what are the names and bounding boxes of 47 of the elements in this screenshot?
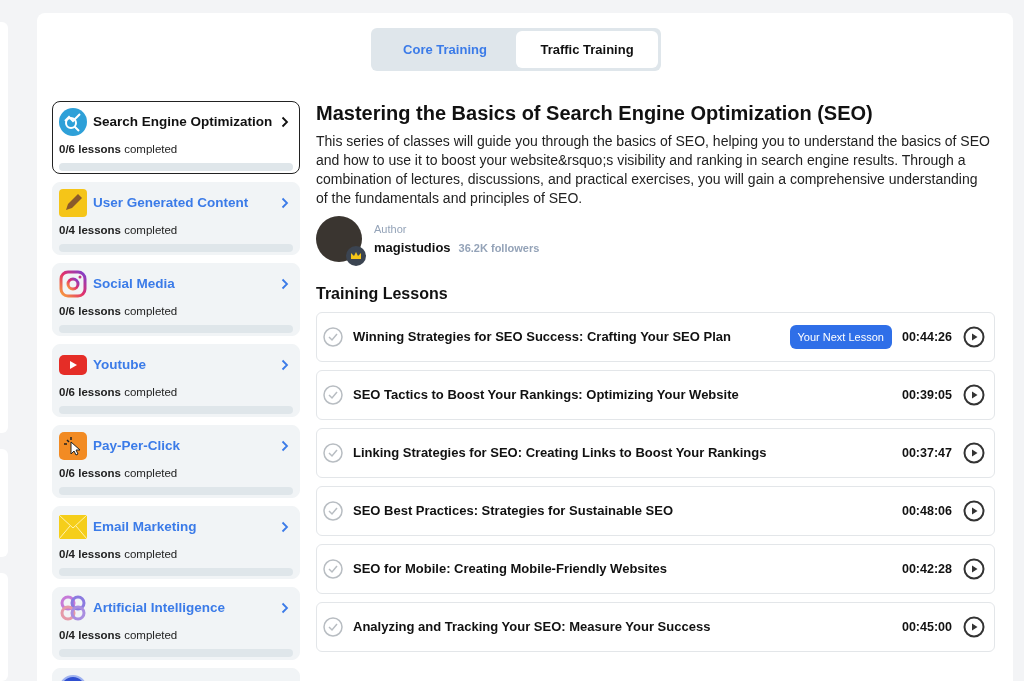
category-title: Email Marketing <box>93 517 198 536</box>
category-title: Youtube <box>93 355 147 374</box>
category-card[interactable]: Artificial Intelligence 0/4 lessons completed <box>52 587 300 660</box>
category-card[interactable]: Youtube 0/6 lessons completed <box>52 344 300 417</box>
lesson-row[interactable]: Linking Strategies for SEO: Creating Links to Boost Your Rankings 00:37:47 <box>316 428 995 478</box>
lesson-row[interactable]: SEO Tactics to Boost Your Rankings: Optimizing Your Website 00:39:05 <box>316 370 995 420</box>
progress-text: 0/6 lessons completed <box>59 466 179 481</box>
category-title: Social Media <box>93 274 176 293</box>
lesson-row[interactable]: SEO for Mobile: Creating Mobile-Friendly Websites 00:42:28 <box>316 544 995 594</box>
progress-text: 0/6 lessons completed <box>59 385 179 400</box>
category-card[interactable]: Search Engine Optimization 0/6 lessons completed <box>52 101 300 174</box>
category-title: Search Engine Optimization <box>93 112 274 131</box>
lesson-title: Analyzing and Tracking Your SEO: Measure Your Success <box>353 618 712 637</box>
category-card[interactable]: Email Marketing 0/4 lessons completed <box>52 506 300 579</box>
progress-text: 0/4 lessons completed <box>59 628 179 643</box>
progress-text: 0/6 lessons completed <box>59 142 179 157</box>
progress-text: 0/4 lessons completed <box>59 547 179 562</box>
lesson-duration: 00:39:05 <box>901 386 952 404</box>
lesson-duration: 00:42:28 <box>901 560 952 578</box>
category-card[interactable]: Social Media 0/6 lessons completed <box>52 263 300 336</box>
category-title: Artificial Intelligence <box>93 598 227 617</box>
author-name: magistudios <box>374 238 451 257</box>
category-card[interactable]: Pay-Per-Click 0/6 lessons completed <box>52 425 300 498</box>
follower-count: 36.2K followers <box>458 240 540 256</box>
progress-text: 0/4 lessons completed <box>59 223 179 238</box>
lesson-title: SEO Tactics to Boost Your Rankings: Optimizing Your Website <box>353 386 740 405</box>
lesson-title: SEO for Mobile: Creating Mobile-Friendly Websites <box>353 560 668 579</box>
author-label: Author <box>374 222 408 237</box>
lesson-duration: 00:44:26 <box>901 328 952 346</box>
category-title: Pay-Per-Click <box>93 436 182 455</box>
category-title: User Generated Content <box>93 193 250 212</box>
lesson-row[interactable]: Analyzing and Tracking Your SEO: Measure Your Success 00:45:00 <box>316 602 995 652</box>
course-title: Mastering the Basics of Search Engine Optimization (SEO) <box>316 101 874 126</box>
lesson-title: SEO Best Practices: Strategies for Sustainable SEO <box>353 502 675 521</box>
progress-text: 0/6 lessons completed <box>59 304 179 319</box>
course-description: This series of classes will guide you through the basics of SEO, helping you to understand the basics of SEO and how to use it to boost your website&rsquo;s visibility and ranking in search engine results. Through a combination of lectures, discussions, and practical exercises, you will gain a comprehensive understanding of the fundamentals and principles of SEO. <box>316 132 991 208</box>
lesson-title: Winning Strategies for SEO Success: Crafting Your SEO Plan <box>353 328 732 347</box>
lesson-row[interactable]: SEO Best Practices: Strategies for Sustainable SEO 00:48:06 <box>316 486 995 536</box>
lesson-duration: 00:48:06 <box>901 502 952 520</box>
lesson-title: Linking Strategies for SEO: Creating Links to Boost Your Rankings <box>353 444 768 463</box>
lesson-row[interactable]: Winning Strategies for SEO Success: Crafting Your SEO Plan Your Next Lesson 00:44:26 <box>316 312 995 362</box>
next-lesson-badge: Your Next Lesson <box>789 324 892 350</box>
lesson-duration: 00:45:00 <box>901 618 952 636</box>
category-card[interactable]: User Generated Content 0/4 lessons completed <box>52 182 300 255</box>
lesson-duration: 00:37:47 <box>901 444 952 462</box>
section-heading: Training Lessons <box>316 284 449 304</box>
tab[interactable]: Traffic Training <box>516 31 658 68</box>
